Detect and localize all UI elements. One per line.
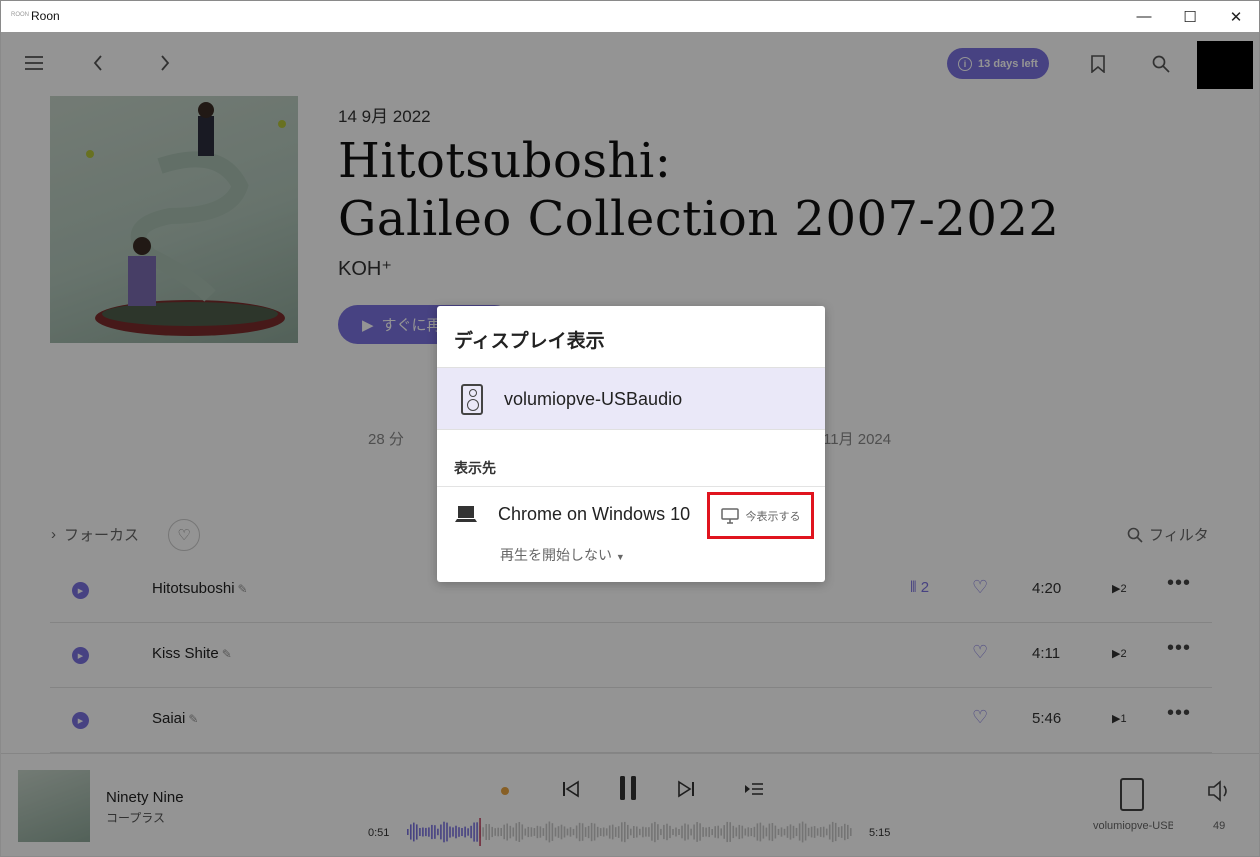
close-button[interactable]: ✕ bbox=[1213, 1, 1259, 32]
maximize-button[interactable]: ☐ bbox=[1167, 1, 1213, 32]
dialog-title: ディスプレイ表示 bbox=[454, 331, 605, 352]
zone-name: volumiopve-USBaudio bbox=[504, 389, 683, 409]
show-now-button[interactable]: 今表示する bbox=[707, 492, 814, 539]
speaker-icon bbox=[461, 384, 483, 415]
destination-name: Chrome on Windows 10 bbox=[498, 504, 691, 524]
caret-down-icon: ▼ bbox=[615, 552, 625, 562]
window-title: Roon bbox=[31, 9, 60, 23]
monitor-icon bbox=[720, 507, 739, 524]
show-now-label: 今表示する bbox=[745, 510, 801, 523]
laptop-icon bbox=[455, 506, 477, 522]
roon-logo-icon: ROON bbox=[11, 12, 29, 18]
title-bar: ROON Roon — ☐ ✕ bbox=[1, 1, 1259, 32]
destination-section-label: 表示先 bbox=[454, 460, 496, 476]
selected-zone-row[interactable]: volumiopve-USBaudio bbox=[437, 367, 825, 430]
playback-option-label: 再生を開始しない bbox=[500, 547, 612, 563]
minimize-button[interactable]: — bbox=[1121, 1, 1167, 32]
app-window: ROON Roon — ☐ ✕ i 13 days left 14 9月 202… bbox=[0, 0, 1260, 857]
playback-option-dropdown[interactable]: 再生を開始しない ▼ bbox=[500, 545, 625, 565]
display-dialog: ディスプレイ表示 volumiopve-USBaudio 表示先 Chrome … bbox=[437, 306, 825, 582]
divider bbox=[437, 486, 825, 487]
